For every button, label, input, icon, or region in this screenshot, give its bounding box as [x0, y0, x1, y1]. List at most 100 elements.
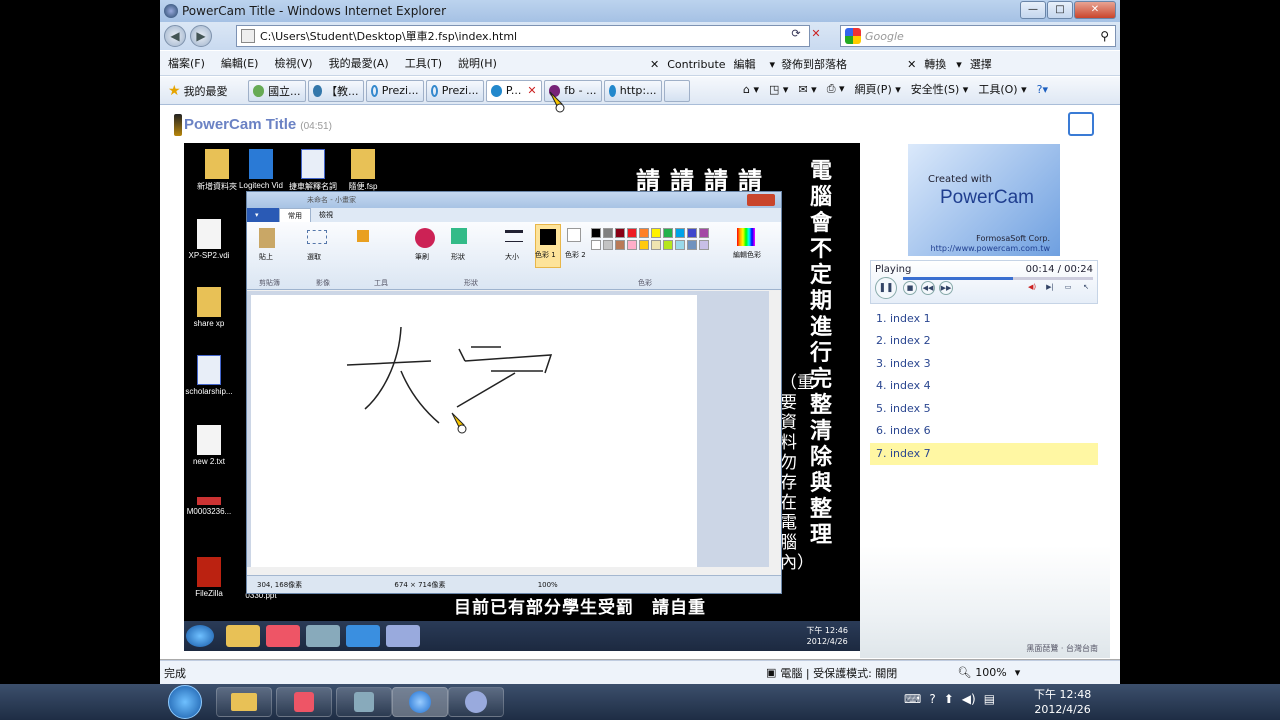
- mail-icon[interactable]: ✉ ▾: [798, 83, 816, 96]
- forward-button[interactable]: ▶▶: [939, 281, 953, 295]
- search-icon[interactable]: ⚲: [1100, 29, 1109, 43]
- menu-file[interactable]: 檔案(F): [160, 55, 213, 71]
- status-done: 完成: [164, 666, 186, 680]
- menu-tools[interactable]: 工具(T): [397, 55, 450, 71]
- start-button[interactable]: [168, 685, 202, 719]
- ribbon-group-labels: 剪貼簿 影像 工具 形狀 色彩: [259, 279, 652, 287]
- select-button[interactable]: 選擇: [970, 56, 992, 72]
- contribute-button[interactable]: Contribute: [667, 58, 725, 71]
- page-menu[interactable]: 網頁(P) ▾: [855, 81, 901, 97]
- menu-edit[interactable]: 編輯(E): [213, 55, 267, 71]
- close-button[interactable]: ✕: [1074, 1, 1116, 19]
- maximize-button[interactable]: □: [1047, 1, 1073, 19]
- help-tray-icon[interactable]: ?: [929, 692, 935, 706]
- convert-button[interactable]: 轉換: [924, 56, 946, 72]
- help-icon[interactable]: ?▾: [1037, 83, 1048, 96]
- pause-button[interactable]: ❚❚: [875, 277, 897, 299]
- color2-box: [567, 228, 581, 242]
- menu-help[interactable]: 說明(H): [450, 55, 505, 71]
- duration: (04:51): [300, 121, 332, 132]
- taskbar-media-icon[interactable]: [276, 687, 332, 717]
- taskbar-paint-icon[interactable]: [448, 687, 504, 717]
- home-icon[interactable]: ⌂ ▾: [743, 83, 759, 96]
- stop-button[interactable]: ■: [903, 281, 917, 295]
- safety-menu[interactable]: 安全性(S) ▾: [911, 81, 969, 97]
- index-item-2[interactable]: 2. index 2: [870, 330, 1098, 352]
- edit-button[interactable]: 編輯: [734, 56, 756, 72]
- fullscreen-icon[interactable]: [1068, 112, 1094, 136]
- tab-2[interactable]: 【教...: [307, 79, 364, 102]
- color-swatch: [615, 228, 625, 238]
- next-icon[interactable]: ▶|: [1043, 281, 1057, 295]
- tab-3[interactable]: Prezi...: [365, 79, 424, 102]
- index-item-4[interactable]: 4. index 4: [870, 375, 1098, 397]
- tools-menu[interactable]: 工具(O) ▾: [978, 81, 1026, 97]
- color-swatch: [663, 240, 673, 250]
- stop-icon[interactable]: ✕: [806, 27, 826, 45]
- color-swatch: [651, 228, 661, 238]
- tab-5-active[interactable]: P... ✕: [485, 79, 542, 102]
- video-screen[interactable]: 新增資料夾 Logitech Vid 捷車解釋名詞 隨便.fsp XP-SP2.…: [184, 143, 860, 651]
- close-toolbar-icon[interactable]: ✕: [650, 58, 659, 71]
- ie-window: PowerCam Title - Windows Internet Explor…: [160, 0, 1120, 684]
- zoom-icon[interactable]: 🔍︎: [957, 666, 971, 679]
- volume-icon[interactable]: ◀): [1025, 281, 1039, 295]
- pointer-icon[interactable]: ↖: [1079, 281, 1093, 295]
- dropdown-icon[interactable]: ▾: [770, 58, 776, 71]
- tab-1[interactable]: 國立...: [247, 79, 306, 102]
- refresh-icon[interactable]: ⟳: [786, 27, 806, 45]
- video-clock: 下午 12:46 2012/4/26: [806, 626, 848, 646]
- index-item-7[interactable]: 7. index 7: [870, 443, 1098, 465]
- volume-tray-icon[interactable]: ◀): [962, 692, 976, 706]
- network-icon[interactable]: ▤: [984, 692, 995, 706]
- paste-label: 貼上: [259, 253, 273, 261]
- minimize-button[interactable]: —: [1020, 1, 1046, 19]
- address-bar[interactable]: C:\Users\Student\Desktop\單車2.fsp\index.h…: [236, 25, 810, 47]
- tab-7[interactable]: http:...: [603, 79, 662, 102]
- cursor-position: 304, 168像素: [257, 581, 303, 589]
- back-button[interactable]: ◀: [164, 25, 186, 47]
- image-size: 674 × 714像素: [394, 581, 446, 589]
- menu-favorites[interactable]: 我的最愛(A): [321, 55, 397, 71]
- favorites-star-icon[interactable]: ★: [168, 83, 181, 99]
- screen-icon[interactable]: ▭: [1061, 281, 1075, 295]
- zoom-dropdown-icon[interactable]: ▾: [1015, 666, 1021, 679]
- close-toolbar2-icon[interactable]: ✕: [907, 58, 916, 71]
- print-icon[interactable]: ⎙ ▾: [827, 82, 845, 96]
- index-item-1[interactable]: 1. index 1: [870, 308, 1098, 330]
- index-item-3[interactable]: 3. index 3: [870, 353, 1098, 375]
- forward-button[interactable]: ▶: [190, 25, 212, 47]
- taskbar-ie-icon[interactable]: [392, 687, 448, 717]
- search-box[interactable]: Google ⚲: [840, 25, 1116, 47]
- color2-label: 色彩 2: [565, 251, 586, 259]
- tab-close-icon[interactable]: ✕: [527, 84, 536, 97]
- index-item-5[interactable]: 5. index 5: [870, 398, 1098, 420]
- favorites-label[interactable]: 我的最愛: [184, 83, 228, 99]
- keyboard-icon[interactable]: ⌨: [904, 692, 921, 706]
- pencil-cursor-icon: [549, 91, 565, 113]
- tab-4[interactable]: Prezi...: [425, 79, 484, 102]
- progress-bar[interactable]: [903, 277, 1093, 280]
- paint-zoom: 100%: [537, 581, 558, 589]
- paint-menu-button: ▾: [247, 208, 279, 222]
- new-tab-button[interactable]: [663, 79, 690, 102]
- tray-arrow-icon[interactable]: ⬆: [944, 692, 954, 706]
- rewind-button[interactable]: ◀◀: [921, 281, 935, 295]
- publish-blog-button[interactable]: 發佈到部落格: [781, 56, 847, 72]
- taskbar-vbox-icon[interactable]: [336, 687, 392, 717]
- window-title: PowerCam Title - Windows Internet Explor…: [182, 4, 446, 18]
- paint-tabs: ▾ 常用 檢視: [247, 208, 781, 222]
- ie-icon: [490, 84, 502, 97]
- search-placeholder: Google: [865, 29, 904, 43]
- taskbar-clock[interactable]: 下午 12:48 2012/4/26: [1034, 687, 1091, 717]
- select-icon: [307, 230, 327, 244]
- notice-paren: （重要資料勿存在電腦內）: [780, 373, 814, 573]
- menu-view[interactable]: 檢視(V): [266, 55, 320, 71]
- taskbar-explorer-icon[interactable]: [216, 687, 272, 717]
- index-item-6[interactable]: 6. index 6: [870, 420, 1098, 442]
- dropdown2-icon[interactable]: ▾: [956, 58, 962, 71]
- zoom-level[interactable]: 100%: [975, 666, 1006, 679]
- feeds-icon[interactable]: ◳ ▾: [769, 83, 788, 96]
- page-icon: [241, 29, 255, 43]
- explorer-icon: [226, 625, 260, 647]
